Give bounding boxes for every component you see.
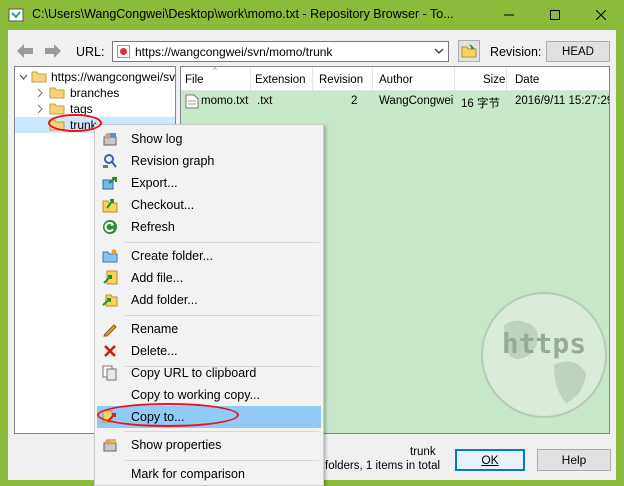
- show-log-icon: [103, 133, 117, 146]
- title-bar[interactable]: C:\Users\WangCongwei\Desktop\work\momo.t…: [0, 0, 624, 30]
- revision-graph-icon: [103, 154, 117, 168]
- menu-item-add-file[interactable]: Add file...: [97, 267, 321, 289]
- folder-icon: [49, 103, 65, 115]
- tree-item-label: branches: [70, 86, 120, 100]
- menu-separator: [125, 431, 319, 432]
- forward-arrow-icon: [45, 44, 61, 58]
- tree-root[interactable]: https://wangcongwei/svn: [15, 69, 175, 85]
- maximize-button[interactable]: [532, 0, 578, 30]
- folder-icon: [49, 87, 65, 99]
- browse-folder-button[interactable]: [458, 40, 480, 62]
- folder-icon: [31, 71, 47, 83]
- column-header-date[interactable]: Date: [507, 67, 609, 91]
- menu-separator: [125, 242, 319, 243]
- minimize-icon: [504, 14, 514, 16]
- checkout-icon: [102, 199, 118, 213]
- window-title: C:\Users\WangCongwei\Desktop\work\momo.t…: [32, 7, 454, 21]
- menu-item-export[interactable]: Export...: [97, 172, 321, 194]
- help-button[interactable]: Help: [537, 449, 611, 471]
- tree-item-tags[interactable]: tags: [15, 101, 175, 117]
- add-file-icon: [103, 270, 118, 285]
- tree-item-branches[interactable]: branches: [15, 85, 175, 101]
- back-button[interactable]: [14, 40, 36, 62]
- export-icon: [102, 177, 117, 190]
- svn-url-icon: [117, 45, 130, 58]
- watermark-globe: https: [481, 292, 607, 418]
- menu-item-copy-url[interactable]: Copy URL to clipboard: [97, 362, 321, 384]
- menu-item-create-folder[interactable]: Create folder...: [97, 245, 321, 267]
- properties-icon: [103, 439, 117, 452]
- annotation-ellipse-copy-to: [97, 403, 239, 427]
- file-extension: .txt: [257, 95, 273, 107]
- file-size: 16 字节: [461, 98, 500, 110]
- close-button[interactable]: [578, 0, 624, 30]
- add-folder-icon: [102, 294, 118, 307]
- minimize-button[interactable]: [486, 0, 532, 30]
- context-menu: Show log Revision graph Export... Checko…: [94, 124, 324, 486]
- menu-item-show-log[interactable]: Show log: [97, 128, 321, 150]
- list-header: ^ File Extension Revision Author Size Da…: [181, 67, 609, 91]
- head-revision-button[interactable]: HEAD: [546, 41, 610, 62]
- file-date: 2016/9/11 15:27:29: [515, 95, 610, 107]
- menu-item-rename[interactable]: Rename: [97, 318, 321, 340]
- repository-browser-window: C:\Users\WangCongwei\Desktop\work\momo.t…: [0, 0, 624, 486]
- sort-up-icon: ^: [213, 66, 217, 75]
- text-file-icon: [185, 94, 199, 109]
- delete-icon: [104, 345, 116, 357]
- menu-item-refresh[interactable]: Refresh: [97, 216, 321, 238]
- maximize-icon: [550, 10, 560, 20]
- chevron-down-icon[interactable]: [433, 45, 445, 57]
- ok-button[interactable]: OK: [455, 449, 525, 471]
- menu-item-add-folder[interactable]: Add folder...: [97, 289, 321, 311]
- create-folder-icon: [102, 249, 118, 263]
- file-name: momo.txt: [201, 95, 249, 107]
- watermark-text: https: [502, 327, 586, 360]
- chevron-right-icon[interactable]: [35, 88, 44, 98]
- folder-icon: [461, 44, 477, 58]
- url-value: https://wangcongwei/svn/momo/trunk: [135, 45, 333, 59]
- url-label: URL:: [76, 45, 105, 59]
- refresh-icon: [103, 220, 117, 234]
- column-header-file[interactable]: ^ File: [181, 67, 251, 91]
- forward-button[interactable]: [42, 40, 64, 62]
- menu-item-revision-graph[interactable]: Revision graph: [97, 150, 321, 172]
- close-icon: [596, 10, 606, 20]
- list-item[interactable]: momo.txt .txt 2 WangCongwei 16 字节 2016/9…: [181, 92, 609, 111]
- menu-item-delete[interactable]: Delete...: [97, 340, 321, 362]
- copy-url-icon: [102, 365, 117, 381]
- status-selected: trunk: [410, 446, 436, 458]
- menu-separator: [125, 315, 319, 316]
- column-header-extension[interactable]: Extension: [251, 67, 313, 91]
- file-revision: 2: [351, 95, 358, 107]
- tree-root-label: https://wangcongwei/svn: [51, 70, 176, 84]
- chevron-down-icon[interactable]: [19, 72, 28, 82]
- rename-icon: [103, 324, 117, 337]
- column-header-revision[interactable]: Revision: [313, 67, 373, 91]
- menu-separator: [125, 460, 319, 461]
- menu-item-show-properties[interactable]: Show properties: [97, 434, 321, 456]
- annotation-ellipse-trunk: [48, 114, 102, 132]
- column-header-author[interactable]: Author: [373, 67, 455, 91]
- app-icon: [8, 8, 24, 22]
- column-header-size[interactable]: Size: [455, 67, 507, 91]
- file-author: WangCongwei: [379, 95, 454, 107]
- menu-item-mark-for-comparison[interactable]: Mark for comparison: [97, 463, 321, 485]
- menu-item-copy-to-working-copy[interactable]: Copy to working copy...: [97, 384, 321, 406]
- menu-item-checkout[interactable]: Checkout...: [97, 194, 321, 216]
- chevron-right-icon[interactable]: [35, 104, 44, 114]
- status-detail: folders, 1 items in total: [325, 460, 441, 472]
- back-arrow-icon: [17, 44, 33, 58]
- revision-label: Revision:: [490, 45, 542, 59]
- url-combobox[interactable]: https://wangcongwei/svn/momo/trunk: [112, 41, 449, 62]
